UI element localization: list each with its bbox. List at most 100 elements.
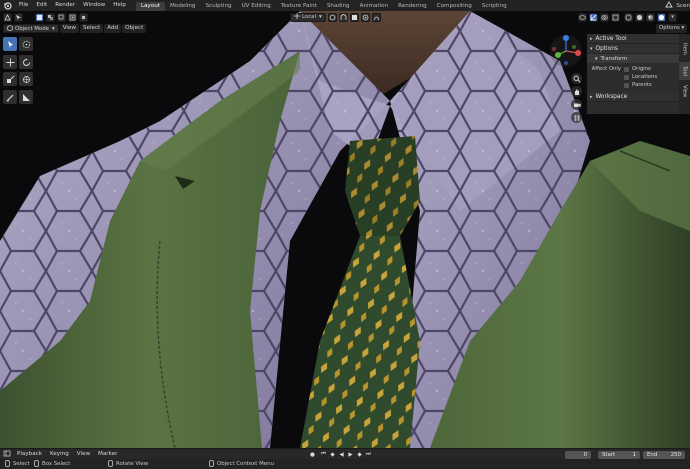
shading-wireframe-icon[interactable]	[624, 12, 633, 22]
scene-selector[interactable]: Scen	[662, 0, 690, 11]
panel-options[interactable]: ▾ Options	[587, 44, 679, 54]
end-frame-field[interactable]: End 250	[643, 450, 685, 459]
play-icon[interactable]: ▶	[347, 451, 354, 458]
overlays-icon[interactable]	[600, 12, 609, 22]
tab-view[interactable]: View	[679, 82, 690, 100]
options-dropdown[interactable]: Options ▾	[656, 24, 688, 33]
transform-tool-icon[interactable]	[19, 72, 33, 86]
options-label: Options	[659, 25, 680, 31]
rotate-tool-icon[interactable]	[19, 55, 33, 69]
snap-icon[interactable]	[338, 12, 348, 22]
menu-help[interactable]: Help	[109, 0, 130, 11]
navigation-gizmo[interactable]	[548, 33, 584, 69]
viewport-menu-object[interactable]: Object	[122, 24, 147, 33]
scale-tool-icon[interactable]	[3, 72, 17, 86]
tab-scripting[interactable]: Scripting	[477, 2, 512, 11]
mode-new-icon[interactable]	[35, 12, 44, 22]
mode-invert-icon[interactable]	[68, 12, 77, 22]
sidebar-panel: ▸ Active Tool ▾ Options ▾ Transform Affe…	[587, 34, 679, 114]
timeline-menu-view[interactable]: View	[73, 451, 94, 457]
locations-checkbox[interactable]	[624, 74, 629, 80]
mode-intersect-icon[interactable]	[79, 12, 88, 22]
measure-tool-icon[interactable]	[19, 90, 33, 104]
mode-subtract-icon[interactable]	[57, 12, 66, 22]
parents-checkbox[interactable]	[624, 82, 629, 88]
status-context-menu-label: Object Context Menu	[217, 460, 274, 467]
tab-shading[interactable]: Shading	[322, 2, 355, 11]
transform-pivot-icon[interactable]	[3, 12, 12, 22]
panel-active-tool[interactable]: ▸ Active Tool	[587, 34, 679, 44]
panel-workspace[interactable]: ▸ Workspace	[587, 92, 679, 102]
cursor-tool-icon[interactable]	[19, 37, 33, 51]
jump-start-icon[interactable]: ⏮	[320, 451, 327, 458]
shading-material-icon[interactable]	[646, 12, 655, 22]
viewport-shading-group: ▾	[576, 12, 677, 22]
timeline-menu-marker[interactable]: Marker	[94, 451, 121, 457]
xray-icon[interactable]	[611, 12, 620, 22]
tab-rendering[interactable]: Rendering	[393, 2, 432, 11]
chevron-down-icon: ▾	[681, 25, 685, 31]
tab-texture-paint[interactable]: Texture Paint	[276, 2, 322, 11]
move-tool-icon[interactable]	[3, 55, 17, 69]
camera-view-icon[interactable]	[571, 99, 582, 110]
next-keyframe-icon[interactable]: ◆	[356, 451, 363, 458]
snap-target-icon[interactable]	[349, 12, 359, 22]
tab-sculpting[interactable]: Sculpting	[200, 2, 236, 11]
shading-solid-icon[interactable]	[635, 12, 644, 22]
start-label: Start	[602, 451, 616, 458]
pan-hand-icon[interactable]	[571, 86, 582, 97]
status-context-menu: Object Context Menu	[209, 460, 274, 467]
affect-only-origins[interactable]: Affect Only Origins	[587, 65, 679, 73]
menu-file[interactable]: File	[15, 0, 32, 11]
timeline-editor-icon[interactable]	[3, 450, 11, 459]
current-frame-field[interactable]: 0	[565, 450, 591, 459]
play-reverse-icon[interactable]: ◀	[338, 451, 345, 458]
ortho-grid-icon[interactable]	[571, 112, 582, 123]
zoom-icon[interactable]	[571, 73, 582, 84]
viewport-menu-select[interactable]: Select	[79, 24, 104, 33]
viewport-menu-add[interactable]: Add	[104, 24, 122, 33]
menu-window[interactable]: Window	[79, 0, 109, 11]
subpanel-transform-label: Transform	[600, 55, 628, 62]
origins-checkbox[interactable]	[624, 66, 629, 72]
select-box-tool-icon[interactable]	[3, 37, 17, 51]
shading-options-icon[interactable]: ▾	[668, 12, 677, 22]
shading-rendered-icon[interactable]	[657, 12, 666, 22]
timeline-menu-playback[interactable]: Playback	[13, 451, 46, 457]
viewport-menu-view[interactable]: View	[59, 24, 79, 33]
panel-active-tool-label: Active Tool	[595, 35, 627, 42]
tab-layout[interactable]: Layout	[135, 1, 165, 11]
annotate-tool-icon[interactable]	[3, 90, 17, 104]
tab-tool[interactable]: Tool	[679, 62, 690, 80]
status-box-select-label: Box Select	[42, 460, 71, 467]
tab-modeling[interactable]: Modeling	[165, 2, 200, 11]
tab-uv-editing[interactable]: UV Editing	[237, 2, 276, 11]
affect-only-parents[interactable]: Parents	[587, 81, 679, 89]
transform-orientation-dropdown[interactable]: Local ▾	[290, 12, 326, 22]
tab-compositing[interactable]: Compositing	[432, 2, 477, 11]
start-frame-field[interactable]: Start 1	[598, 450, 640, 459]
gizmo-toggle-icon[interactable]	[589, 12, 598, 22]
proportional-edit-icon[interactable]	[360, 12, 370, 22]
jump-end-icon[interactable]: ⏭	[365, 451, 372, 458]
start-value: 1	[632, 451, 636, 458]
timeline-menu-keying[interactable]: Keying	[46, 451, 73, 457]
tab-animation[interactable]: Animation	[355, 2, 394, 11]
affect-only-locations[interactable]: Locations	[587, 73, 679, 81]
prev-keyframe-icon[interactable]: ◆	[329, 451, 336, 458]
blender-logo-icon[interactable]	[3, 1, 12, 10]
3d-viewport[interactable]: Local ▾ ▾ Object Mode ▾ View Select Add …	[0, 11, 690, 448]
mode-extend-icon[interactable]	[46, 12, 55, 22]
tab-item[interactable]: Item	[679, 38, 690, 60]
menu-render[interactable]: Render	[51, 0, 79, 11]
subpanel-transform[interactable]: ▾ Transform	[587, 54, 679, 63]
record-icon[interactable]: ●	[309, 451, 316, 458]
pivot-point-icon[interactable]	[327, 12, 337, 22]
orientation-label: Local	[302, 14, 316, 20]
visibility-icon[interactable]	[578, 12, 587, 22]
menu-edit[interactable]: Edit	[32, 0, 51, 11]
falloff-icon[interactable]	[371, 12, 381, 22]
mode-dropdown[interactable]: Object Mode ▾	[3, 24, 59, 33]
select-mode-icon[interactable]	[14, 12, 23, 22]
workspace-tabs: Layout Modeling Sculpting UV Editing Tex…	[135, 1, 512, 11]
